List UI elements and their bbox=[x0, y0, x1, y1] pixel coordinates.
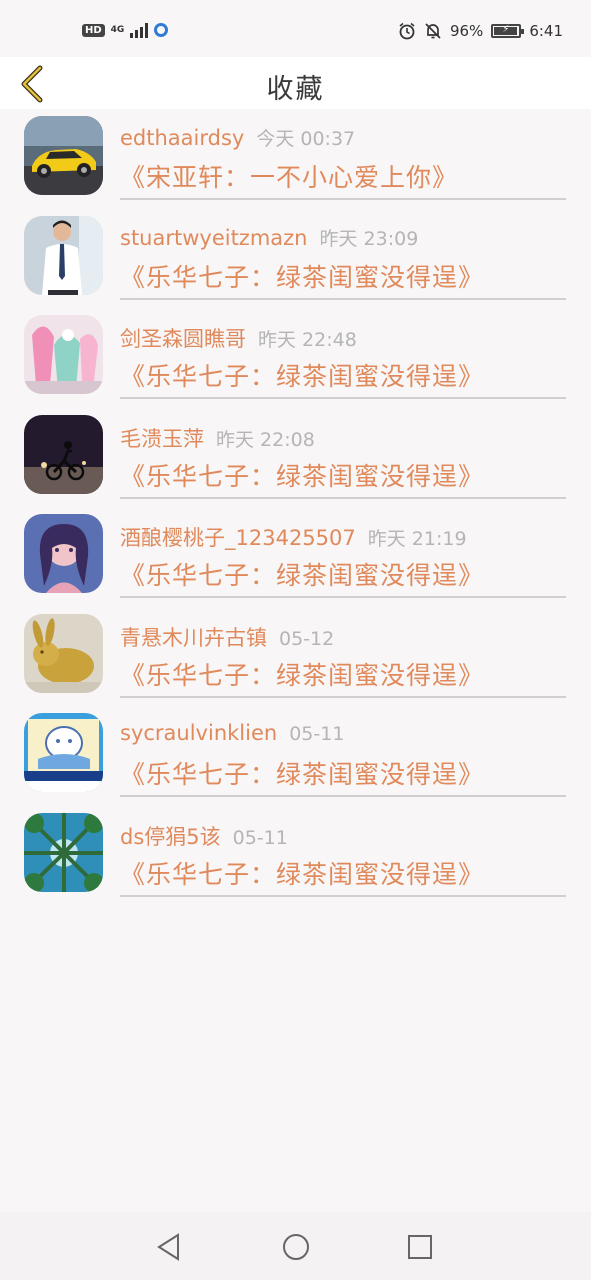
list-item[interactable]: stuartwyeitzmazn 昨天 23:09 《乐华七子：绿茶闺蜜没得逞》 bbox=[0, 210, 591, 310]
author-name: 毛溃玉萍 bbox=[120, 426, 204, 451]
item-author: ds停狷5该 05-11 bbox=[120, 821, 288, 851]
divider bbox=[120, 596, 566, 598]
author-name: 剑圣森圆瞧哥 bbox=[120, 327, 246, 351]
divider bbox=[120, 894, 566, 897]
status-left: HD 4G bbox=[82, 22, 169, 38]
battery-percent: 96% bbox=[449, 22, 484, 40]
item-time: 昨天 21:19 bbox=[367, 528, 467, 550]
author-name: edthaairdsy bbox=[120, 126, 245, 150]
bell-off-icon bbox=[425, 23, 441, 39]
list-item[interactable]: 毛溃玉萍 昨天 22:08 《乐华七子：绿茶闺蜜没得逞》 bbox=[0, 409, 591, 509]
avatar bbox=[24, 215, 103, 295]
item-title: 《乐华七子：绿茶闺蜜没得逞》 bbox=[120, 760, 485, 789]
list-item[interactable]: 剑圣森圆瞧哥 昨天 22:48 《乐华七子：绿茶闺蜜没得逞》 bbox=[0, 309, 591, 409]
item-title: 《乐华七子：绿茶闺蜜没得逞》 bbox=[120, 660, 485, 690]
signal-icon bbox=[130, 22, 149, 38]
item-time: 05-12 bbox=[279, 627, 335, 650]
circle-home-icon[interactable] bbox=[281, 1232, 311, 1262]
list-item[interactable]: 酒酿樱桃子_123425507 昨天 21:19 《乐华七子：绿茶闺蜜没得逞》 bbox=[0, 508, 591, 608]
list-item[interactable]: 青悬木川卉古镇 05-12 《乐华七子：绿茶闺蜜没得逞》 bbox=[0, 608, 591, 708]
favorites-list: edthaairdsy 今天 00:37 《宋亚轩：一不小心爱上你》 stuart… bbox=[0, 110, 591, 906]
item-time: 今天 00:37 bbox=[256, 128, 356, 150]
item-time: 05-11 bbox=[289, 723, 345, 745]
item-title: 《宋亚轩：一不小心爱上你》 bbox=[120, 163, 459, 192]
alarm-icon bbox=[399, 22, 415, 40]
hd-badge: HD bbox=[82, 23, 105, 37]
item-author: edthaairdsy 今天 00:37 bbox=[120, 124, 355, 151]
author-name: 酒酿樱桃子_123425507 bbox=[120, 526, 356, 550]
item-title: 《乐华七子：绿茶闺蜜没得逞》 bbox=[120, 461, 485, 491]
divider bbox=[120, 397, 566, 399]
author-name: ds停狷5该 bbox=[120, 824, 221, 849]
triangle-back-icon[interactable] bbox=[155, 1232, 183, 1262]
list-item[interactable]: sycraulvinklien 05-11 《乐华七子：绿茶闺蜜没得逞》 bbox=[0, 707, 591, 807]
item-author: 酒酿樱桃子_123425507 昨天 21:19 bbox=[120, 522, 467, 552]
item-title: 《乐华七子：绿茶闺蜜没得逞》 bbox=[120, 561, 485, 590]
item-author: 青悬木川卉古镇 05-12 bbox=[120, 622, 334, 652]
divider bbox=[120, 496, 566, 499]
item-author: 毛溃玉萍 昨天 22:08 bbox=[120, 423, 315, 453]
circle-app-icon bbox=[154, 23, 169, 37]
item-title: 《乐华七子：绿茶闺蜜没得逞》 bbox=[120, 859, 485, 889]
battery-icon: ⚡ bbox=[491, 24, 525, 38]
page-title: 收藏 bbox=[266, 74, 325, 105]
author-name: sycraulvinklien bbox=[120, 721, 278, 745]
list-item[interactable]: ds停狷5该 05-11 《乐华七子：绿茶闺蜜没得逞》 bbox=[0, 807, 591, 907]
item-time: 昨天 23:09 bbox=[319, 227, 419, 250]
avatar bbox=[24, 514, 103, 593]
item-author: 剑圣森圆瞧哥 昨天 22:48 bbox=[120, 323, 357, 353]
divider bbox=[120, 297, 566, 300]
network-type: 4G bbox=[110, 24, 125, 35]
avatar bbox=[24, 116, 103, 195]
divider bbox=[120, 198, 566, 200]
square-recent-icon[interactable] bbox=[406, 1232, 434, 1262]
avatar bbox=[24, 613, 103, 693]
divider bbox=[120, 795, 566, 797]
status-bar: HD 4G 96% ⚡ 6:41 bbox=[0, 0, 591, 62]
author-name: stuartwyeitzmazn bbox=[120, 225, 308, 250]
item-title: 《乐华七子：绿茶闺蜜没得逞》 bbox=[120, 262, 485, 292]
avatar bbox=[24, 713, 103, 792]
avatar bbox=[24, 812, 103, 892]
item-author: stuartwyeitzmazn 昨天 23:09 bbox=[120, 224, 418, 251]
avatar bbox=[24, 315, 103, 394]
system-nav-bar bbox=[0, 1212, 591, 1280]
item-time: 昨天 22:48 bbox=[258, 329, 357, 351]
author-name: 青悬木川卉古镇 bbox=[120, 625, 267, 650]
header-bar: 收藏 bbox=[0, 57, 591, 109]
item-author: sycraulvinklien 05-11 bbox=[120, 721, 344, 745]
list-item[interactable]: edthaairdsy 今天 00:37 《宋亚轩：一不小心爱上你》 bbox=[0, 110, 591, 210]
clock: 6:41 bbox=[529, 22, 563, 40]
item-time: 05-11 bbox=[232, 826, 288, 849]
divider bbox=[120, 695, 566, 698]
avatar bbox=[24, 414, 103, 494]
status-right: 96% ⚡ 6:41 bbox=[398, 22, 563, 40]
item-title: 《乐华七子：绿茶闺蜜没得逞》 bbox=[120, 362, 485, 391]
item-time: 昨天 22:08 bbox=[216, 428, 315, 451]
